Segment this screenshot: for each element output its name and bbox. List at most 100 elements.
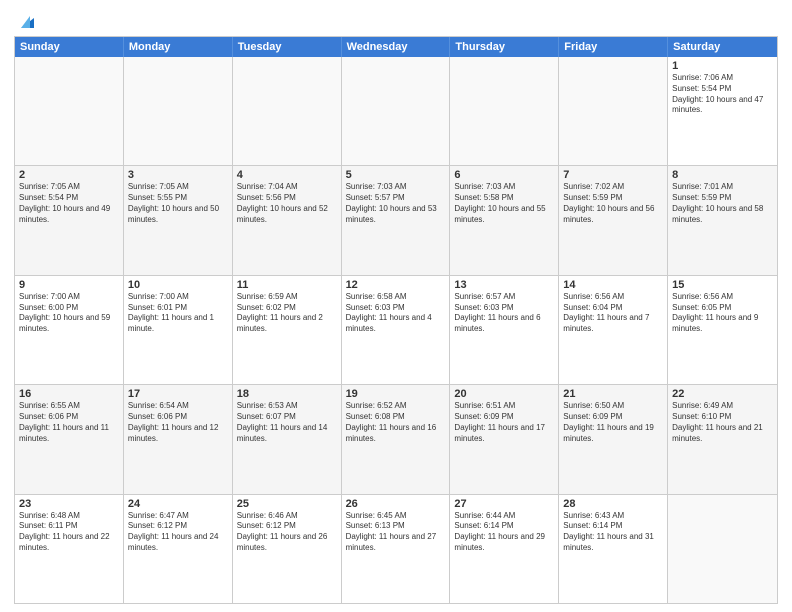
- day-info: Sunrise: 6:48 AM Sunset: 6:11 PM Dayligh…: [19, 511, 119, 554]
- cal-row-3: 16Sunrise: 6:55 AM Sunset: 6:06 PM Dayli…: [15, 385, 777, 494]
- day-info: Sunrise: 7:05 AM Sunset: 5:55 PM Dayligh…: [128, 182, 228, 225]
- day-number: 2: [19, 169, 119, 181]
- header-cell-wednesday: Wednesday: [342, 37, 451, 57]
- header-cell-sunday: Sunday: [15, 37, 124, 57]
- day-info: Sunrise: 7:01 AM Sunset: 5:59 PM Dayligh…: [672, 182, 773, 225]
- cal-cell-r2-c5: 14Sunrise: 6:56 AM Sunset: 6:04 PM Dayli…: [559, 276, 668, 384]
- cal-cell-r4-c5: 28Sunrise: 6:43 AM Sunset: 6:14 PM Dayli…: [559, 495, 668, 603]
- cal-cell-r1-c4: 6Sunrise: 7:03 AM Sunset: 5:58 PM Daylig…: [450, 166, 559, 274]
- calendar-header: SundayMondayTuesdayWednesdayThursdayFrid…: [15, 37, 777, 57]
- day-number: 8: [672, 169, 773, 181]
- day-number: 3: [128, 169, 228, 181]
- day-info: Sunrise: 7:02 AM Sunset: 5:59 PM Dayligh…: [563, 182, 663, 225]
- calendar: SundayMondayTuesdayWednesdayThursdayFrid…: [14, 36, 778, 604]
- cal-cell-r1-c3: 5Sunrise: 7:03 AM Sunset: 5:57 PM Daylig…: [342, 166, 451, 274]
- cal-cell-r3-c1: 17Sunrise: 6:54 AM Sunset: 6:06 PM Dayli…: [124, 385, 233, 493]
- cal-cell-r2-c4: 13Sunrise: 6:57 AM Sunset: 6:03 PM Dayli…: [450, 276, 559, 384]
- day-number: 7: [563, 169, 663, 181]
- day-info: Sunrise: 6:59 AM Sunset: 6:02 PM Dayligh…: [237, 292, 337, 335]
- day-number: 28: [563, 498, 663, 510]
- day-info: Sunrise: 6:55 AM Sunset: 6:06 PM Dayligh…: [19, 401, 119, 444]
- day-info: Sunrise: 6:58 AM Sunset: 6:03 PM Dayligh…: [346, 292, 446, 335]
- day-number: 27: [454, 498, 554, 510]
- calendar-body: 1Sunrise: 7:06 AM Sunset: 5:54 PM Daylig…: [15, 57, 777, 603]
- header-cell-friday: Friday: [559, 37, 668, 57]
- day-info: Sunrise: 6:49 AM Sunset: 6:10 PM Dayligh…: [672, 401, 773, 444]
- day-info: Sunrise: 6:53 AM Sunset: 6:07 PM Dayligh…: [237, 401, 337, 444]
- header-cell-saturday: Saturday: [668, 37, 777, 57]
- cal-cell-r4-c0: 23Sunrise: 6:48 AM Sunset: 6:11 PM Dayli…: [15, 495, 124, 603]
- day-number: 22: [672, 388, 773, 400]
- cal-row-0: 1Sunrise: 7:06 AM Sunset: 5:54 PM Daylig…: [15, 57, 777, 166]
- cal-cell-r3-c4: 20Sunrise: 6:51 AM Sunset: 6:09 PM Dayli…: [450, 385, 559, 493]
- day-info: Sunrise: 6:43 AM Sunset: 6:14 PM Dayligh…: [563, 511, 663, 554]
- day-info: Sunrise: 7:06 AM Sunset: 5:54 PM Dayligh…: [672, 73, 773, 116]
- day-info: Sunrise: 7:00 AM Sunset: 6:00 PM Dayligh…: [19, 292, 119, 335]
- cal-cell-r4-c4: 27Sunrise: 6:44 AM Sunset: 6:14 PM Dayli…: [450, 495, 559, 603]
- day-number: 16: [19, 388, 119, 400]
- cal-cell-r2-c3: 12Sunrise: 6:58 AM Sunset: 6:03 PM Dayli…: [342, 276, 451, 384]
- day-info: Sunrise: 6:50 AM Sunset: 6:09 PM Dayligh…: [563, 401, 663, 444]
- cal-cell-r4-c6: [668, 495, 777, 603]
- day-info: Sunrise: 6:54 AM Sunset: 6:06 PM Dayligh…: [128, 401, 228, 444]
- cal-cell-r3-c3: 19Sunrise: 6:52 AM Sunset: 6:08 PM Dayli…: [342, 385, 451, 493]
- day-number: 19: [346, 388, 446, 400]
- cal-row-1: 2Sunrise: 7:05 AM Sunset: 5:54 PM Daylig…: [15, 166, 777, 275]
- day-number: 23: [19, 498, 119, 510]
- cal-cell-r4-c3: 26Sunrise: 6:45 AM Sunset: 6:13 PM Dayli…: [342, 495, 451, 603]
- cal-cell-r4-c2: 25Sunrise: 6:46 AM Sunset: 6:12 PM Dayli…: [233, 495, 342, 603]
- logo: [14, 10, 38, 30]
- day-number: 9: [19, 279, 119, 291]
- day-number: 21: [563, 388, 663, 400]
- header-cell-monday: Monday: [124, 37, 233, 57]
- cal-cell-r2-c1: 10Sunrise: 7:00 AM Sunset: 6:01 PM Dayli…: [124, 276, 233, 384]
- cal-cell-r3-c2: 18Sunrise: 6:53 AM Sunset: 6:07 PM Dayli…: [233, 385, 342, 493]
- day-number: 10: [128, 279, 228, 291]
- day-info: Sunrise: 6:56 AM Sunset: 6:04 PM Dayligh…: [563, 292, 663, 335]
- day-number: 24: [128, 498, 228, 510]
- cal-row-2: 9Sunrise: 7:00 AM Sunset: 6:00 PM Daylig…: [15, 276, 777, 385]
- day-number: 1: [672, 60, 773, 72]
- cal-cell-r1-c0: 2Sunrise: 7:05 AM Sunset: 5:54 PM Daylig…: [15, 166, 124, 274]
- cal-cell-r0-c5: [559, 57, 668, 165]
- day-number: 18: [237, 388, 337, 400]
- cal-cell-r0-c6: 1Sunrise: 7:06 AM Sunset: 5:54 PM Daylig…: [668, 57, 777, 165]
- day-info: Sunrise: 6:51 AM Sunset: 6:09 PM Dayligh…: [454, 401, 554, 444]
- cal-cell-r3-c0: 16Sunrise: 6:55 AM Sunset: 6:06 PM Dayli…: [15, 385, 124, 493]
- day-number: 20: [454, 388, 554, 400]
- day-info: Sunrise: 7:03 AM Sunset: 5:58 PM Dayligh…: [454, 182, 554, 225]
- day-number: 13: [454, 279, 554, 291]
- cal-row-4: 23Sunrise: 6:48 AM Sunset: 6:11 PM Dayli…: [15, 495, 777, 603]
- cal-cell-r1-c1: 3Sunrise: 7:05 AM Sunset: 5:55 PM Daylig…: [124, 166, 233, 274]
- day-number: 25: [237, 498, 337, 510]
- day-number: 6: [454, 169, 554, 181]
- day-info: Sunrise: 7:03 AM Sunset: 5:57 PM Dayligh…: [346, 182, 446, 225]
- cal-cell-r2-c2: 11Sunrise: 6:59 AM Sunset: 6:02 PM Dayli…: [233, 276, 342, 384]
- cal-cell-r0-c1: [124, 57, 233, 165]
- cal-cell-r1-c6: 8Sunrise: 7:01 AM Sunset: 5:59 PM Daylig…: [668, 166, 777, 274]
- cal-cell-r0-c4: [450, 57, 559, 165]
- header: [14, 10, 778, 30]
- day-info: Sunrise: 6:56 AM Sunset: 6:05 PM Dayligh…: [672, 292, 773, 335]
- day-number: 26: [346, 498, 446, 510]
- cal-cell-r3-c6: 22Sunrise: 6:49 AM Sunset: 6:10 PM Dayli…: [668, 385, 777, 493]
- cal-cell-r2-c0: 9Sunrise: 7:00 AM Sunset: 6:00 PM Daylig…: [15, 276, 124, 384]
- header-cell-thursday: Thursday: [450, 37, 559, 57]
- day-info: Sunrise: 6:44 AM Sunset: 6:14 PM Dayligh…: [454, 511, 554, 554]
- day-info: Sunrise: 6:47 AM Sunset: 6:12 PM Dayligh…: [128, 511, 228, 554]
- header-cell-tuesday: Tuesday: [233, 37, 342, 57]
- day-number: 12: [346, 279, 446, 291]
- logo-icon: [16, 10, 38, 32]
- cal-cell-r0-c3: [342, 57, 451, 165]
- day-number: 17: [128, 388, 228, 400]
- day-number: 11: [237, 279, 337, 291]
- page: SundayMondayTuesdayWednesdayThursdayFrid…: [0, 0, 792, 612]
- day-info: Sunrise: 6:46 AM Sunset: 6:12 PM Dayligh…: [237, 511, 337, 554]
- day-info: Sunrise: 7:04 AM Sunset: 5:56 PM Dayligh…: [237, 182, 337, 225]
- day-number: 14: [563, 279, 663, 291]
- day-info: Sunrise: 6:57 AM Sunset: 6:03 PM Dayligh…: [454, 292, 554, 335]
- cal-cell-r0-c0: [15, 57, 124, 165]
- day-number: 4: [237, 169, 337, 181]
- day-number: 15: [672, 279, 773, 291]
- cal-cell-r2-c6: 15Sunrise: 6:56 AM Sunset: 6:05 PM Dayli…: [668, 276, 777, 384]
